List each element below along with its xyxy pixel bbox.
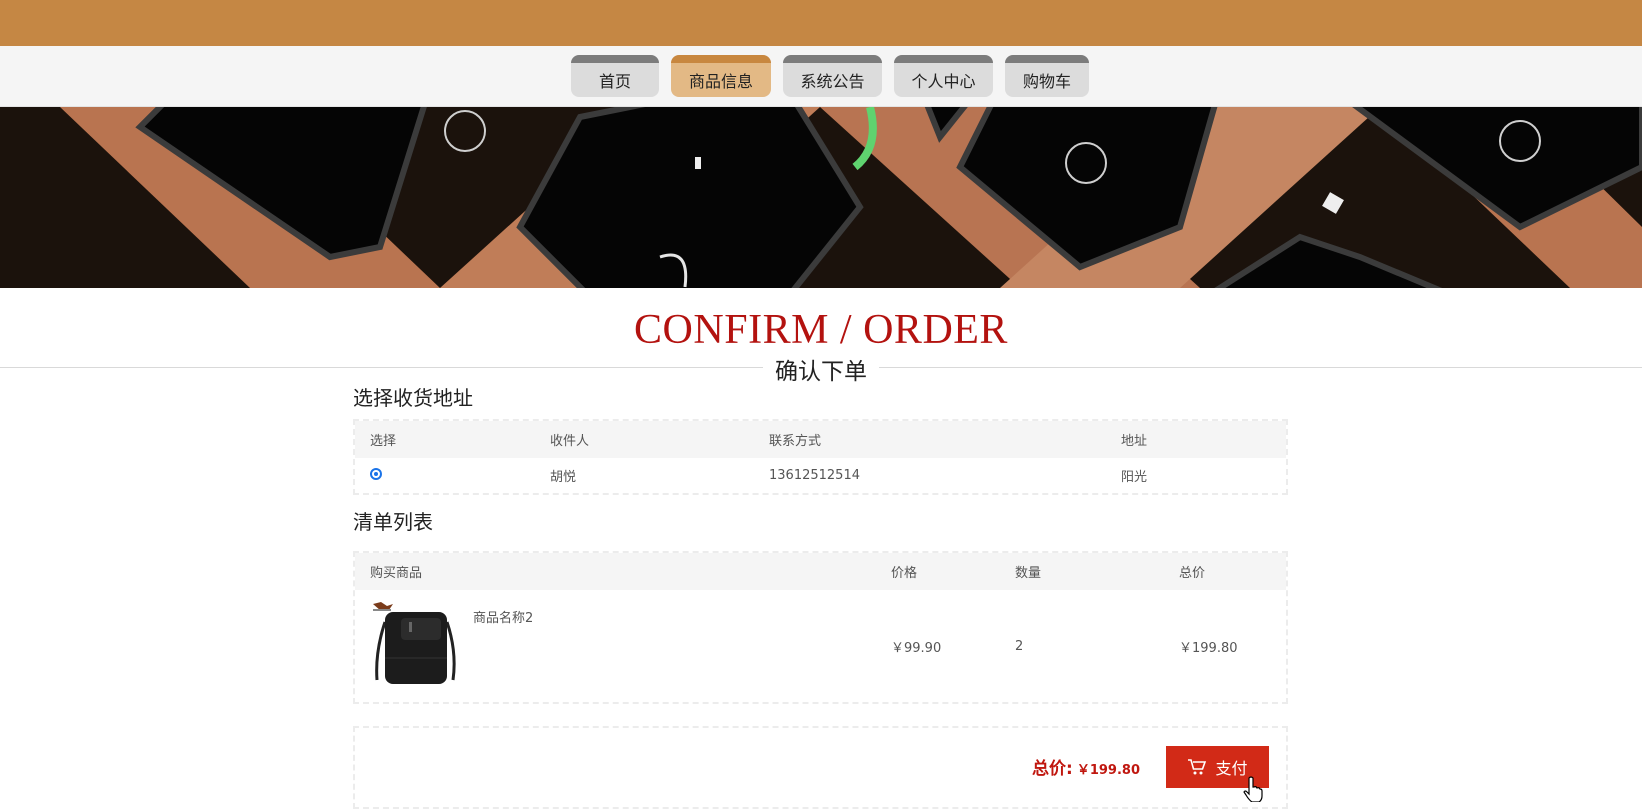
address-section-title: 选择收货地址	[353, 386, 473, 410]
nav-item-announcements[interactable]: 系统公告	[783, 55, 882, 97]
col-header-total: 总价	[1179, 566, 1206, 581]
order-summary: 总价: ￥199.80 支付	[353, 726, 1288, 809]
hand-cursor-icon	[1243, 776, 1263, 802]
nav-item-profile[interactable]: 个人中心	[894, 55, 993, 97]
top-bar	[0, 0, 1642, 46]
product-name[interactable]: 商品名称2	[473, 590, 533, 702]
table-row: 商品名称2 ￥99.90 2 ￥199.80	[355, 590, 1286, 702]
page-heading: CONFIRM / ORDER 确认下单	[0, 288, 1642, 388]
address-radio-selected[interactable]	[370, 468, 382, 480]
col-header-address: 地址	[1121, 434, 1148, 449]
col-header-phone: 联系方式	[769, 434, 822, 449]
total-value: ￥199.80	[1076, 763, 1140, 778]
recipient-phone: 13612512514	[769, 468, 860, 483]
order-table-header: 购买商品 价格 数量 总价	[355, 553, 1286, 590]
recipient-name: 胡悦	[550, 470, 577, 485]
address-radio-cell	[370, 458, 382, 493]
col-header-select: 选择	[370, 434, 397, 449]
table-row[interactable]: 胡悦 13612512514 阳光	[355, 458, 1286, 493]
product-image[interactable]	[371, 598, 461, 688]
col-header-recipient: 收件人	[550, 434, 590, 449]
address-table: 选择 收件人 联系方式 地址 胡悦 13612512514 阳光	[353, 419, 1288, 495]
total-label: 总价:	[1032, 759, 1073, 779]
col-header-product: 购买商品	[370, 566, 423, 581]
recipient-address: 阳光	[1121, 470, 1148, 485]
nav-item-products[interactable]: 商品信息	[671, 55, 771, 97]
page-title-en: CONFIRM / ORDER	[634, 307, 1008, 353]
total-amount: 总价: ￥199.80	[1032, 754, 1140, 779]
nav-bar: 首页 商品信息 系统公告 个人中心 购物车	[0, 46, 1642, 107]
col-header-price: 价格	[891, 566, 918, 581]
page-title-cn: 确认下单	[763, 352, 879, 386]
product-total: ￥199.80	[1179, 640, 1238, 656]
address-table-header: 选择 收件人 联系方式 地址	[355, 421, 1286, 458]
phones-banner-image	[0, 107, 1642, 288]
order-items-table: 购买商品 价格 数量 总价 商品名称2 ￥99.90 2 ￥199.80	[353, 551, 1288, 704]
nav-item-home[interactable]: 首页	[571, 55, 659, 97]
col-header-quantity: 数量	[1015, 566, 1042, 581]
product-quantity: 2	[1015, 638, 1024, 654]
product-price: ￥99.90	[891, 640, 942, 656]
cart-section-title: 清单列表	[353, 510, 433, 534]
main-nav: 首页 商品信息 系统公告 个人中心 购物车	[571, 55, 1101, 97]
cart-icon	[1188, 759, 1207, 775]
nav-item-cart[interactable]: 购物车	[1005, 55, 1089, 97]
hero-banner	[0, 107, 1642, 288]
